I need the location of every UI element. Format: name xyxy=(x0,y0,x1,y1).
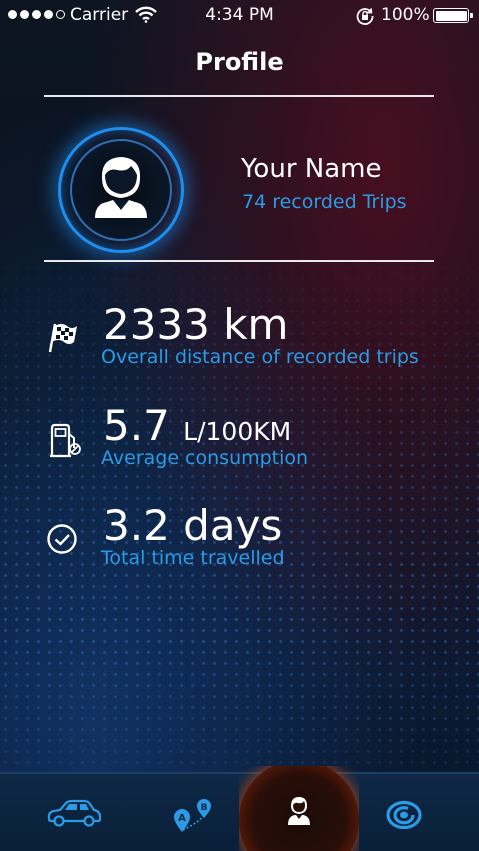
consumption-unit: L/100KM xyxy=(183,417,292,446)
rotation-lock-icon xyxy=(355,6,375,31)
tab-brand[interactable] xyxy=(386,800,422,834)
time-travelled-value: 3.2 days xyxy=(103,501,283,550)
person-icon xyxy=(95,157,147,218)
profile-icon xyxy=(288,797,310,825)
checkered-flag-icon xyxy=(44,320,78,358)
tab-car[interactable] xyxy=(46,798,102,832)
logo-icon xyxy=(386,800,422,830)
clock-icon xyxy=(46,523,78,559)
battery-percent: 100% xyxy=(381,5,430,25)
route-ab-icon: A B xyxy=(174,799,211,832)
recorded-trips-count: 74 recorded Trips xyxy=(242,191,407,213)
status-bar: Carrier 4:34 PM 100% xyxy=(0,0,479,32)
car-icon xyxy=(47,799,102,827)
header-divider xyxy=(44,95,434,97)
point-b-label: B xyxy=(201,803,208,813)
battery-icon xyxy=(433,8,473,23)
avatar[interactable] xyxy=(58,127,184,253)
fuel-pump-icon xyxy=(48,422,82,462)
distance-label: Overall distance of recorded trips xyxy=(101,346,419,368)
tab-profile[interactable] xyxy=(239,766,359,851)
profile-name: Your Name xyxy=(241,154,382,184)
page-title: Profile xyxy=(195,48,284,76)
distance-value: 2333 km xyxy=(103,300,289,349)
point-a-label: A xyxy=(178,813,186,824)
tab-route[interactable]: A B xyxy=(171,796,215,838)
time-travelled-label: Total time travelled xyxy=(101,547,285,569)
profile-divider xyxy=(44,260,434,262)
consumption-value: 5.7 L/100KM xyxy=(103,401,292,450)
consumption-label: Average consumption xyxy=(101,447,309,469)
